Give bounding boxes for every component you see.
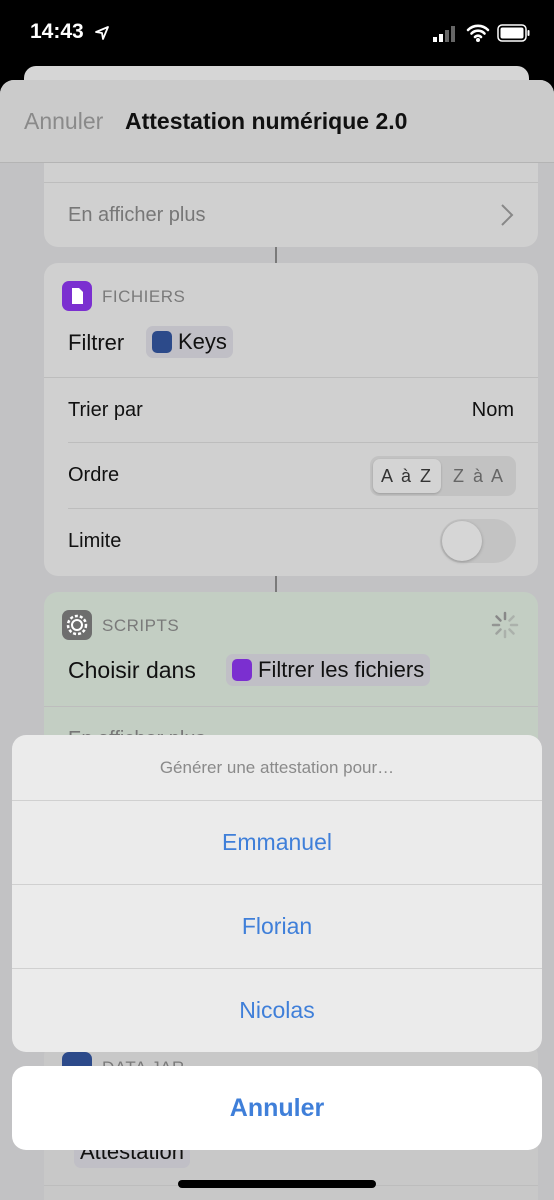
filter-files-action-card[interactable]: FICHIERS Filtrer Keys Trier par Nom Ordr…	[44, 263, 538, 576]
limit-toggle[interactable]	[440, 519, 516, 563]
action-category: SCRIPTS	[102, 616, 180, 635]
chip-label: Keys	[178, 329, 227, 354]
order-segmented-control: A à Z Z à A	[370, 456, 516, 496]
limit-label: Limite	[68, 530, 122, 552]
sort-value[interactable]: Nom	[472, 399, 514, 422]
location-arrow-icon	[95, 26, 109, 40]
battery-icon	[497, 24, 530, 42]
sort-label: Trier par	[68, 399, 143, 421]
connector-line	[275, 576, 277, 592]
wifi-icon	[466, 24, 490, 42]
action-category: FICHIERS	[102, 287, 186, 306]
option-florian[interactable]: Florian	[12, 884, 542, 968]
action-verb: Choisir dans	[68, 657, 196, 683]
option-nicolas[interactable]: Nicolas	[12, 968, 542, 1052]
status-time: 14:43	[30, 20, 84, 43]
cellular-signal-icon	[433, 26, 455, 42]
connector-line	[275, 247, 277, 263]
action-verb: Filtrer	[68, 330, 125, 355]
files-icon	[62, 281, 92, 311]
files-icon	[232, 659, 252, 681]
chip-label: Filtrer les fichiers	[258, 657, 425, 682]
show-more-link[interactable]: En afficher plus	[68, 204, 206, 227]
home-indicator[interactable]	[178, 1180, 376, 1188]
data-jar-icon	[152, 331, 172, 353]
order-row: Ordre A à Z Z à A	[44, 443, 538, 508]
order-z-a[interactable]: Z à A	[445, 459, 513, 493]
gear-icon	[62, 610, 92, 640]
action-sheet: Générer une attestation pour… Emmanuel F…	[12, 735, 542, 1052]
order-a-z[interactable]: A à Z	[373, 459, 441, 493]
action-sheet-title: Générer une attestation pour…	[159, 757, 395, 777]
keys-variable-chip[interactable]: Keys	[146, 326, 233, 358]
action-sheet-cancel-button[interactable]: Annuler	[12, 1066, 542, 1150]
filter-files-variable-chip[interactable]: Filtrer les fichiers	[226, 654, 431, 686]
page-title: Attestation numérique 2.0	[125, 108, 408, 134]
option-emmanuel[interactable]: Emmanuel	[12, 800, 542, 884]
loading-spinner-icon	[491, 611, 519, 639]
chevron-right-icon[interactable]	[500, 203, 514, 227]
nav-cancel-button[interactable]: Annuler	[24, 108, 103, 135]
order-label: Ordre	[68, 464, 120, 486]
nav-bar: Annuler Attestation numérique 2.0	[0, 80, 554, 163]
